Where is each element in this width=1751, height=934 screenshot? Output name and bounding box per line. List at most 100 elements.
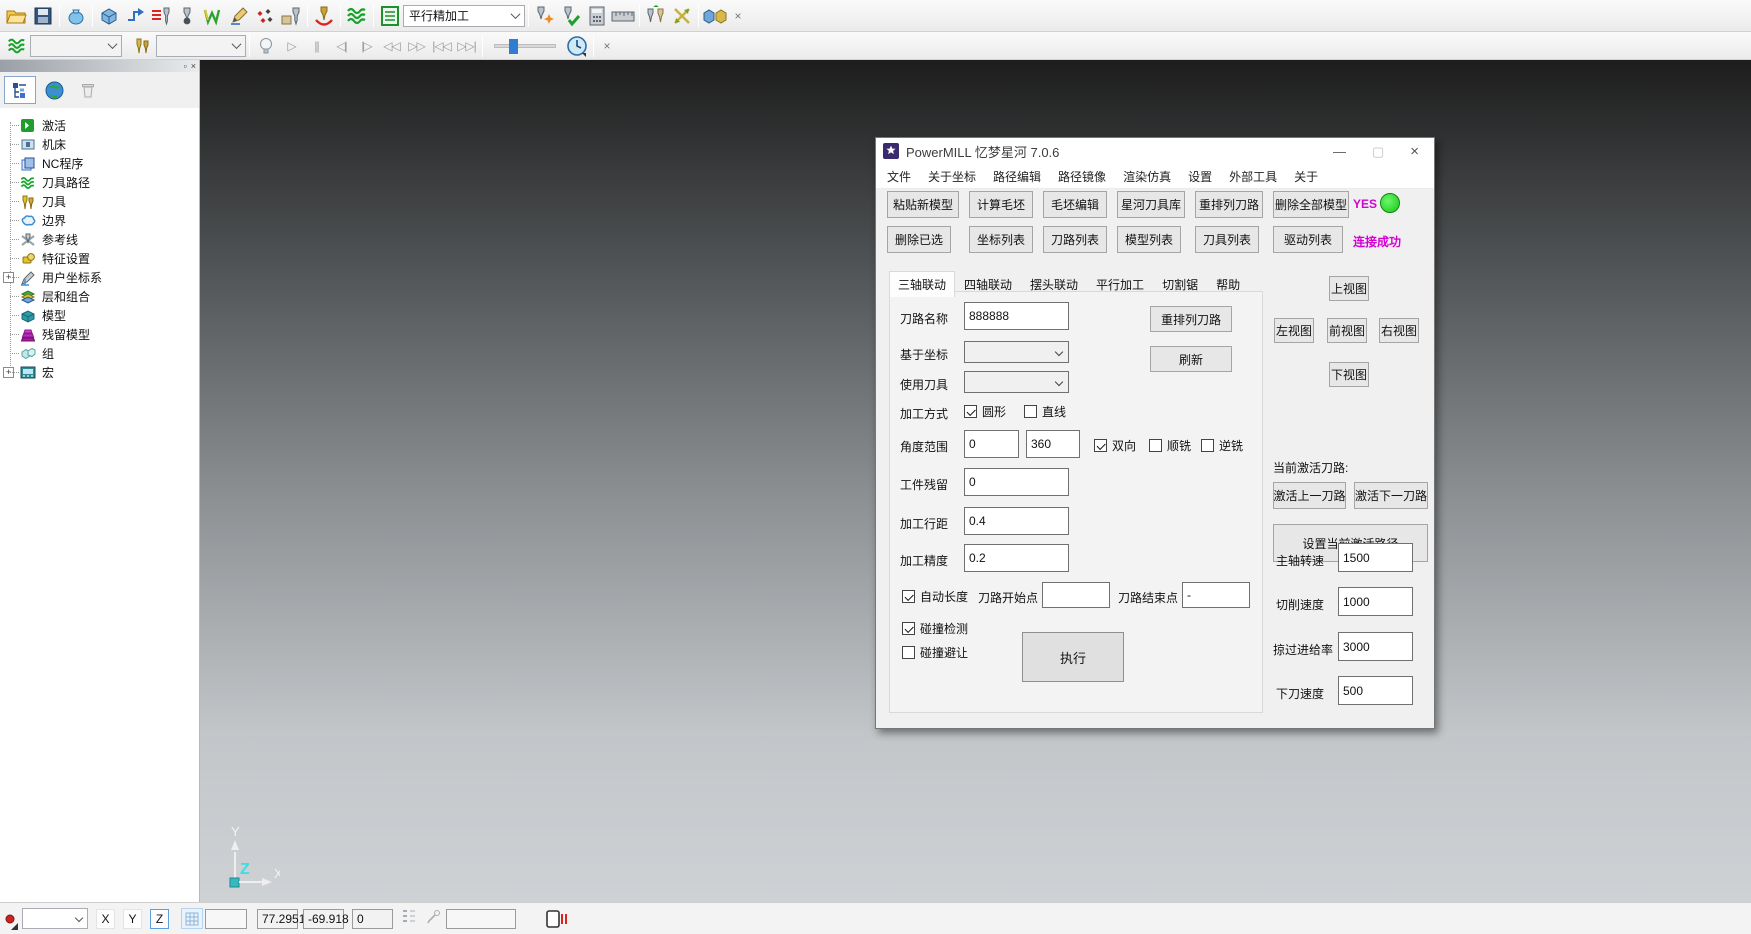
plunge-feed-input[interactable]: [1338, 676, 1413, 705]
panel-float-icon[interactable]: ▫: [184, 62, 187, 71]
checkbox-box[interactable]: [902, 622, 915, 635]
print-icon[interactable]: [63, 3, 89, 28]
toolbar-close-button[interactable]: ×: [597, 39, 617, 53]
maximize-button[interactable]: ▢: [1372, 145, 1384, 158]
checkbox-box[interactable]: [1149, 439, 1162, 452]
dialog-titlebar[interactable]: PowerMILL 忆梦星河 7.0.6 — ▢ ×: [876, 138, 1434, 164]
start-point-input[interactable]: [1042, 582, 1110, 608]
checkbox-box[interactable]: [902, 590, 915, 603]
menu-coords[interactable]: 关于坐标: [928, 168, 976, 185]
step-forward-icon[interactable]: |▷: [354, 39, 379, 53]
drive-list-button[interactable]: 驱动列表: [1273, 226, 1343, 253]
strategy-combobox[interactable]: 平行精加工: [403, 5, 525, 27]
delete-all-models-button[interactable]: 删除全部模型: [1273, 191, 1349, 218]
paste-model-button[interactable]: 粘贴新模型: [887, 191, 959, 218]
tree-item-machine-tool[interactable]: 机床: [0, 135, 199, 154]
go-start-icon[interactable]: |◁◁: [429, 39, 454, 53]
speed-slider[interactable]: [494, 44, 556, 48]
rapid-move-icon[interactable]: [122, 3, 148, 28]
menu-about[interactable]: 关于: [1294, 168, 1318, 185]
menu-external-tools[interactable]: 外部工具: [1229, 168, 1277, 185]
tree-item-levels-sets[interactable]: 层和组合: [0, 287, 199, 306]
clock-icon[interactable]: [564, 33, 590, 58]
ruler-icon[interactable]: [610, 3, 636, 28]
activate-next-button[interactable]: 激活下一刀路: [1354, 482, 1428, 509]
rearrange-toolpaths-button[interactable]: 重排列刀路: [1195, 191, 1263, 218]
tree-item-patterns[interactable]: 参考线: [0, 230, 199, 249]
y-axis-button[interactable]: Y: [123, 909, 142, 929]
menu-path-mirror[interactable]: 路径镜像: [1058, 168, 1106, 185]
checkbox-box[interactable]: [964, 405, 977, 418]
status-combobox[interactable]: [22, 908, 88, 929]
tree-item-groups[interactable]: 组: [0, 344, 199, 363]
step-back-icon[interactable]: ◁|: [329, 39, 354, 53]
tree-item-boundaries[interactable]: 边界: [0, 211, 199, 230]
grid-toggle-button[interactable]: [181, 908, 203, 929]
slider-handle[interactable]: [509, 39, 518, 54]
ballnose-tool-icon[interactable]: [174, 3, 200, 28]
auto-length-checkbox[interactable]: 自动长度: [902, 588, 968, 605]
collision-avoid-checkbox[interactable]: 碰撞避让: [902, 644, 968, 661]
block-icon[interactable]: [96, 3, 122, 28]
line-checkbox[interactable]: 直线: [1024, 403, 1066, 420]
explorer-tree-tab[interactable]: [4, 76, 36, 104]
conventional-checkbox[interactable]: 逆铣: [1201, 437, 1243, 454]
coords-list-icon[interactable]: [402, 908, 416, 929]
tool-list-button[interactable]: 刀具列表: [1195, 226, 1259, 253]
simulation-arc-icon[interactable]: [311, 3, 337, 28]
minimize-button[interactable]: —: [1333, 145, 1346, 158]
points-icon[interactable]: [252, 3, 278, 28]
tool-library-button[interactable]: 星河刀具库: [1117, 191, 1185, 218]
tool-combobox[interactable]: [156, 35, 246, 57]
toolpath-combobox[interactable]: [30, 35, 122, 57]
view-top-button[interactable]: 上视图: [1329, 276, 1369, 301]
menu-render-sim[interactable]: 渲染仿真: [1123, 168, 1171, 185]
go-end-icon[interactable]: ▷▷|: [454, 39, 479, 53]
view-front-button[interactable]: 前视图: [1327, 318, 1367, 343]
block-edit-button[interactable]: 毛坯编辑: [1043, 191, 1107, 218]
spindle-speed-input[interactable]: [1338, 543, 1413, 572]
x-axis-button[interactable]: X: [96, 909, 115, 929]
toolpath-icon[interactable]: [344, 3, 370, 28]
swap-axes-icon[interactable]: [669, 3, 695, 28]
model-list-button[interactable]: 模型列表: [1117, 226, 1181, 253]
tree-item-workplanes[interactable]: + 用户坐标系: [0, 268, 199, 287]
lamp-icon[interactable]: [253, 33, 279, 58]
explorer-globe-tab[interactable]: [38, 76, 70, 104]
circle-checkbox[interactable]: 圆形: [964, 403, 1006, 420]
view-bottom-button[interactable]: 下视图: [1329, 362, 1369, 387]
tree-item-feature-sets[interactable]: 特征设置: [0, 249, 199, 268]
checkbox-box[interactable]: [1024, 405, 1037, 418]
skim-feed-input[interactable]: [1338, 632, 1413, 661]
refresh-button[interactable]: 刷新: [1150, 346, 1232, 372]
menu-path-edit[interactable]: 路径编辑: [993, 168, 1041, 185]
toolpath-list-button[interactable]: 刀路列表: [1043, 226, 1107, 253]
toolbar-close-button[interactable]: ×: [728, 9, 748, 23]
view-right-button[interactable]: 右视图: [1379, 318, 1419, 343]
close-button[interactable]: ×: [1410, 145, 1419, 158]
menu-file[interactable]: 文件: [887, 168, 911, 185]
based-coord-combobox[interactable]: [964, 341, 1069, 363]
play-icon[interactable]: ▷: [279, 39, 304, 53]
zlevel-tool-icon[interactable]: [148, 3, 174, 28]
tool-verify-icon[interactable]: [558, 3, 584, 28]
pause-indicator-icon[interactable]: [546, 909, 568, 929]
checkbox-box[interactable]: [902, 646, 915, 659]
use-tool-combobox[interactable]: [964, 371, 1069, 393]
save-project-icon[interactable]: [30, 3, 56, 28]
calculator-icon[interactable]: [584, 3, 610, 28]
tree-item-activate[interactable]: 激活: [0, 116, 199, 135]
panel-close-icon[interactable]: ×: [191, 62, 196, 71]
blocks-pair-icon[interactable]: [702, 3, 728, 28]
calc-block-button[interactable]: 计算毛坯: [969, 191, 1033, 218]
bidirectional-checkbox[interactable]: 双向: [1094, 437, 1136, 454]
tool-star-icon[interactable]: [532, 3, 558, 28]
rearrange-button[interactable]: 重排列刀路: [1150, 306, 1232, 332]
tolerance-readout[interactable]: [446, 909, 516, 929]
stepover-input[interactable]: [964, 507, 1069, 535]
tree-item-macros[interactable]: + 宏: [0, 363, 199, 382]
tab-3axis[interactable]: 三轴联动: [889, 271, 955, 297]
climb-checkbox[interactable]: 顺铣: [1149, 437, 1191, 454]
z-axis-button[interactable]: Z: [150, 909, 169, 929]
activate-prev-button[interactable]: 激活上一刀路: [1273, 482, 1346, 509]
